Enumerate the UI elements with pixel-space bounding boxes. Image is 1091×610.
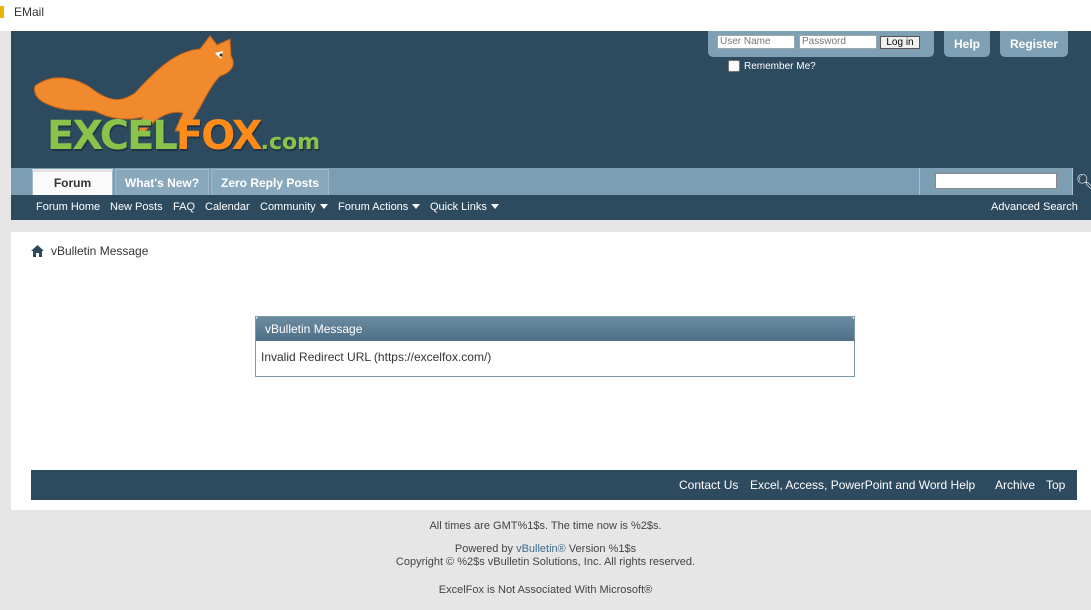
logo-wordmark: EXCELFOX.com — [47, 113, 320, 159]
logo-com: .com — [260, 130, 321, 155]
powered-by: Powered by vBulletin® Version %1$s — [0, 543, 1091, 555]
tab-bar: Forum What's New? Zero Reply Posts 🔍︎ — [11, 168, 1091, 195]
nav-community[interactable]: Community — [260, 201, 328, 213]
footer-bar: Contact Us Excel, Access, PowerPoint and… — [31, 470, 1077, 500]
nav-quick-links-label: Quick Links — [430, 201, 487, 213]
nav-advanced-search[interactable]: Advanced Search — [991, 201, 1078, 213]
footer-help-link[interactable]: Excel, Access, PowerPoint and Word Help — [750, 478, 975, 492]
register-button[interactable]: Register — [1000, 31, 1068, 57]
tab-whats-new[interactable]: What's New? — [115, 169, 209, 195]
window-titlebar: EMail — [0, 0, 1091, 31]
username-input[interactable]: User Name — [717, 35, 795, 49]
message-title: vBulletin Message — [256, 317, 854, 341]
window-title: EMail — [14, 5, 45, 19]
nav-quick-links[interactable]: Quick Links — [430, 201, 499, 213]
footer-archive[interactable]: Archive — [995, 478, 1035, 492]
search-button[interactable]: 🔍︎ — [1072, 168, 1091, 195]
search-input[interactable] — [935, 173, 1057, 189]
home-icon[interactable] — [31, 245, 44, 257]
footer-top[interactable]: Top — [1046, 478, 1065, 492]
logo-excel: EXCEL — [47, 113, 178, 159]
nav-new-posts[interactable]: New Posts — [110, 201, 163, 213]
site-header: EXCELFOX.com User Name Password Log in R… — [11, 31, 1091, 169]
nav-faq[interactable]: FAQ — [173, 201, 195, 213]
vbulletin-link[interactable]: vBulletin® — [516, 543, 566, 555]
search-area — [919, 168, 1070, 195]
login-form: User Name Password Log in — [708, 31, 934, 57]
nav-forum-home[interactable]: Forum Home — [36, 201, 100, 213]
message-box: vBulletin Message Invalid Redirect URL (… — [255, 316, 855, 377]
chevron-down-icon — [412, 204, 421, 209]
tab-zero-reply-posts[interactable]: Zero Reply Posts — [211, 169, 329, 195]
powered-prefix: Powered by — [454, 543, 517, 555]
powered-suffix: Version %1$s — [565, 543, 637, 555]
copyright: Copyright © %2$s vBulletin Solutions, In… — [395, 556, 696, 568]
remember-checkbox[interactable] — [728, 60, 740, 72]
nav-calendar[interactable]: Calendar — [205, 201, 250, 213]
logo-fox: FOX — [175, 113, 263, 159]
tab-forum[interactable]: Forum — [32, 169, 113, 195]
main-content: vBulletin Message vBulletin Message Inva… — [11, 232, 1091, 510]
breadcrumb-current: vBulletin Message — [51, 244, 149, 258]
folder-icon — [0, 6, 4, 18]
nav-forum-actions[interactable]: Forum Actions — [338, 201, 421, 213]
remember-me[interactable]: Remember Me? — [728, 60, 816, 72]
search-icon: 🔍︎ — [1076, 173, 1091, 189]
site-logo[interactable]: EXCELFOX.com — [25, 31, 335, 166]
footer-contact-us[interactable]: Contact Us — [679, 478, 738, 492]
disclaimer: ExcelFox is Not Associated With Microsof… — [438, 584, 653, 596]
sub-navigation: Forum Home New Posts FAQ Calendar Commun… — [11, 195, 1091, 220]
chevron-down-icon — [319, 204, 328, 209]
help-button[interactable]: Help — [944, 31, 990, 57]
remember-label: Remember Me? — [744, 60, 816, 72]
message-body: Invalid Redirect URL (https://excelfox.c… — [261, 350, 492, 364]
password-input[interactable]: Password — [799, 35, 877, 49]
time-notice: All times are GMT%1$s. The time now is %… — [429, 520, 662, 532]
login-button[interactable]: Log in — [880, 36, 920, 49]
chevron-down-icon — [490, 204, 499, 209]
breadcrumb: vBulletin Message — [31, 244, 148, 258]
nav-community-label: Community — [260, 201, 316, 213]
nav-forum-actions-label: Forum Actions — [338, 201, 409, 213]
